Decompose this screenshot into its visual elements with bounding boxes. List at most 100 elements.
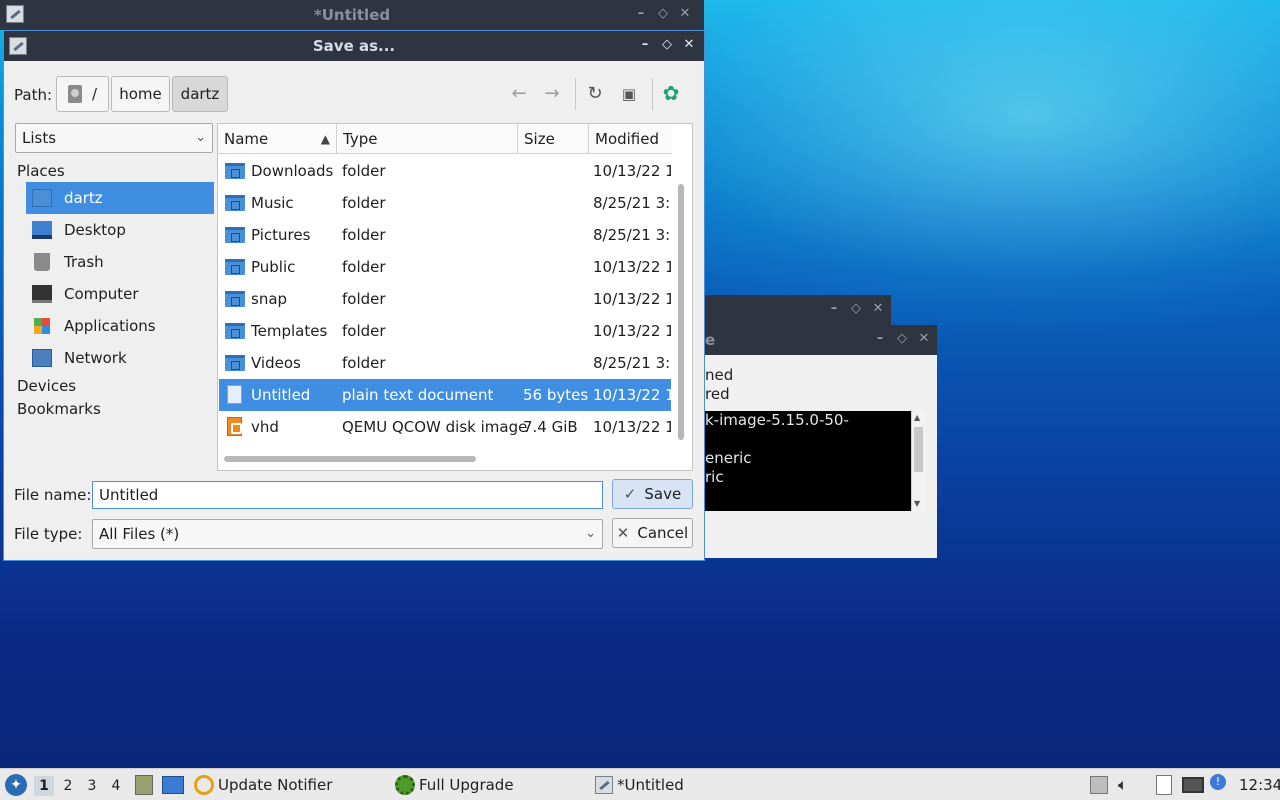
bookmarks-heading[interactable]: Bookmarks	[17, 400, 101, 418]
column-header-size[interactable]: Size	[518, 124, 589, 154]
chevron-down-icon: ⌄	[195, 130, 206, 145]
scrollbar-thumb[interactable]	[914, 427, 923, 472]
maximize-button[interactable]: ◇	[656, 37, 678, 52]
dialog-titlebar[interactable]: Save as... – ◇ ✕	[4, 31, 704, 61]
sidebar-item-applications[interactable]: Applications	[26, 310, 214, 342]
file-name-input[interactable]	[92, 481, 603, 509]
file-row[interactable]: Public folder 10/13/22 12:	[219, 251, 671, 283]
folder-videos-icon	[225, 355, 245, 371]
file-type: folder	[342, 322, 386, 340]
volume-icon[interactable]: 🔈︎	[1118, 776, 1136, 794]
sidebar-item-label: Trash	[64, 253, 104, 271]
back-arrow-icon[interactable]: ←	[507, 83, 531, 104]
minimize-button[interactable]: –	[630, 6, 652, 21]
reload-icon[interactable]: ↻	[583, 83, 607, 104]
sidebar-item-network[interactable]: Network	[26, 342, 214, 374]
breadcrumb-dartz[interactable]: dartz	[172, 76, 228, 112]
sidebar-item-trash[interactable]: Trash	[26, 246, 214, 278]
file-type: folder	[342, 226, 386, 244]
scroll-down-icon[interactable]: ▼	[914, 499, 920, 508]
minimize-button[interactable]: –	[634, 37, 656, 52]
column-header-modified[interactable]: Modified	[589, 124, 672, 154]
close-button[interactable]: ✕	[867, 301, 889, 316]
file-row[interactable]: vhd QEMU QCOW disk image 7.4 GiB 10/13/2…	[219, 411, 671, 443]
close-button[interactable]: ✕	[674, 6, 696, 21]
background-window-titlebar[interactable]: e – ◇ ✕	[705, 325, 937, 355]
workspace-1[interactable]: 1	[34, 776, 54, 796]
forward-arrow-icon[interactable]: →	[540, 83, 564, 104]
close-button[interactable]: ✕	[678, 37, 700, 52]
sidebar-item-desktop[interactable]: Desktop	[26, 214, 214, 246]
save-button[interactable]: ✓ Save	[612, 479, 693, 509]
breadcrumb-root[interactable]: /	[56, 76, 109, 112]
sidebar-item-label: Desktop	[64, 221, 126, 239]
file-list[interactable]: Name ▲ Type Size Modified Downloads fold…	[217, 123, 693, 471]
maximize-button[interactable]: ◇	[652, 6, 674, 21]
file-type: plain text document	[342, 386, 494, 404]
minimize-button[interactable]: –	[823, 301, 845, 316]
task-full-upgrade[interactable]: Full Upgrade	[395, 769, 514, 800]
file-row[interactable]: Downloads folder 10/13/22 11:	[219, 155, 671, 187]
cancel-button[interactable]: ✕ Cancel	[612, 518, 693, 548]
terminal-scrollbar[interactable]: ▲ ▼	[911, 411, 925, 511]
file-row[interactable]: Music folder 8/25/21 3:38	[219, 187, 671, 219]
sidebar-item-computer[interactable]: Computer	[26, 278, 214, 310]
workspace-4[interactable]: 4	[106, 776, 126, 796]
close-button[interactable]: ✕	[913, 331, 935, 346]
devices-heading[interactable]: Devices	[17, 377, 76, 395]
file-row[interactable]: snap folder 10/13/22 10:	[219, 283, 671, 315]
file-name: Music	[251, 194, 294, 212]
view-mode-select[interactable]: Lists ⌄	[15, 123, 213, 153]
file-row-selected[interactable]: Untitled plain text document 56 bytes 10…	[219, 379, 671, 411]
status-line: red	[705, 385, 730, 403]
workspace-2[interactable]: 2	[58, 776, 78, 796]
file-modified: 8/25/21 3:38	[593, 354, 671, 372]
column-header-name[interactable]: Name ▲	[218, 124, 337, 154]
notification-icon[interactable]: !	[1210, 774, 1226, 790]
file-type-select[interactable]: All Files (*) ⌄	[92, 519, 603, 549]
file-row[interactable]: Videos folder 8/25/21 3:38	[219, 347, 671, 379]
maximize-button[interactable]: ◇	[891, 331, 913, 346]
clipboard-icon[interactable]	[1156, 775, 1172, 795]
background-window[interactable]: e – ◇ ✕ ned red k-image-5.15.0-50- eneri…	[705, 325, 937, 558]
show-desktop-icon[interactable]	[162, 776, 184, 794]
workspace-3[interactable]: 3	[82, 776, 102, 796]
network-status-icon[interactable]	[1182, 777, 1204, 793]
column-header-label: Type	[343, 130, 378, 148]
clock[interactable]: 12:34	[1239, 776, 1280, 794]
column-header-type[interactable]: Type	[337, 124, 518, 154]
computer-icon	[32, 285, 52, 303]
folder-icon	[225, 291, 245, 307]
cancel-button-label: Cancel	[637, 524, 689, 542]
file-row[interactable]: Pictures folder 8/25/21 3:38	[219, 219, 671, 251]
breadcrumb-home[interactable]: home	[111, 76, 170, 112]
disk-image-icon	[227, 417, 242, 436]
sidebar-item-dartz[interactable]: dartz	[26, 182, 214, 214]
minimize-button[interactable]: –	[869, 331, 891, 346]
background-window-titlebar[interactable]: – ◇ ✕	[705, 295, 891, 325]
file-row[interactable]: Templates folder 10/13/22 12:	[219, 315, 671, 347]
folder-music-icon	[225, 195, 245, 211]
file-type: folder	[342, 194, 386, 212]
sort-ascending-icon: ▲	[320, 132, 330, 146]
editor-window-titlebar[interactable]: *Untitled – ◇ ✕	[0, 0, 704, 30]
horizontal-scrollbar[interactable]	[224, 456, 476, 462]
file-size: 56 bytes	[523, 386, 589, 404]
task-update-notifier[interactable]: Update Notifier	[194, 769, 332, 800]
terminal-output: k-image-5.15.0-50- eneric ric	[705, 411, 925, 511]
task-untitled[interactable]: *Untitled	[595, 769, 684, 800]
task-label: *Untitled	[617, 776, 684, 794]
scroll-up-icon[interactable]: ▲	[914, 413, 920, 422]
vertical-scrollbar[interactable]	[678, 184, 684, 440]
new-folder-icon[interactable]: ▣	[617, 85, 641, 103]
lubuntu-logo-icon: ✦	[5, 774, 27, 796]
file-modified: 10/13/22 11:	[593, 162, 671, 180]
file-manager-icon[interactable]	[135, 775, 153, 795]
text-editor-icon	[595, 776, 613, 794]
maximize-button[interactable]: ◇	[845, 301, 867, 316]
toolbar-separator	[652, 78, 653, 110]
tray-arrow-icon[interactable]	[1090, 776, 1108, 794]
start-menu-button[interactable]: ✦	[5, 769, 27, 800]
terminal-line: k-image-5.15.0-50-	[705, 411, 849, 429]
settings-gear-icon[interactable]: ✿	[659, 81, 683, 105]
